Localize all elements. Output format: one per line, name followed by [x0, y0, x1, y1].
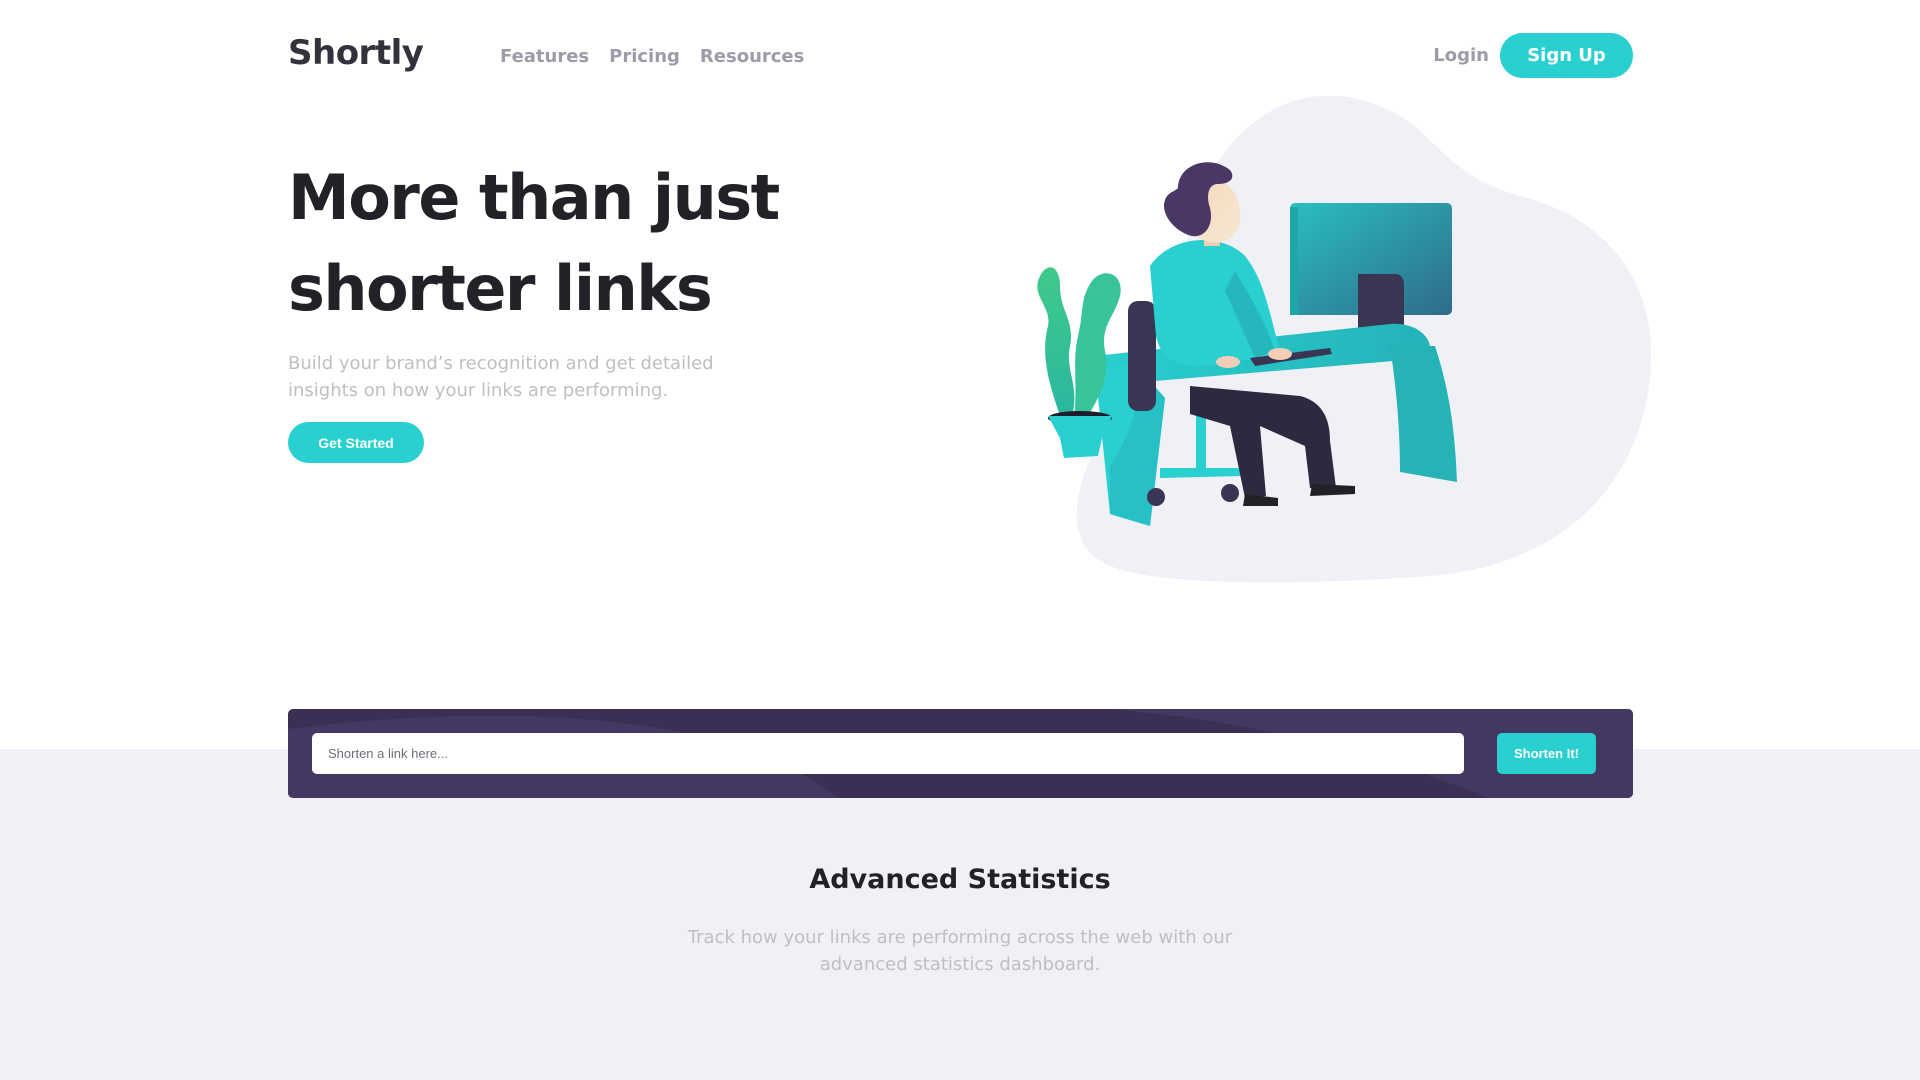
chair-back [1128, 301, 1156, 411]
monitor-back [1290, 207, 1298, 315]
person-shoe-right [1310, 484, 1355, 496]
sign-up-button[interactable]: Sign Up [1500, 33, 1633, 78]
chair-wheel-right [1221, 484, 1239, 502]
statistics-section-background [0, 749, 1920, 1080]
page: Shortly Features Pricing Resources Login… [0, 0, 1920, 1080]
advanced-statistics-subtitle: Track how your links are performing acro… [687, 927, 1233, 975]
person-hand-left [1216, 356, 1240, 368]
nav-link-features[interactable]: Features [500, 46, 589, 67]
chair-wheel-left [1147, 488, 1165, 506]
hero-title: More than just shorter links [288, 161, 780, 325]
site-header: Shortly Features Pricing Resources Login… [288, 32, 1633, 80]
plant-leaf-left [1037, 267, 1075, 416]
nav-link-pricing[interactable]: Pricing [609, 46, 680, 67]
get-started-button[interactable]: Get Started [288, 422, 424, 463]
logo[interactable]: Shortly [288, 32, 424, 74]
login-link[interactable]: Login [1433, 45, 1489, 66]
advanced-statistics-title: Advanced Statistics [809, 864, 1111, 895]
shorten-url-input[interactable] [312, 733, 1464, 774]
shorten-form: Shorten It! [288, 709, 1633, 798]
person-hand-right [1268, 348, 1292, 360]
working-person-illustration [1037, 96, 1652, 583]
nav-link-resources[interactable]: Resources [700, 46, 804, 67]
shorten-it-button[interactable]: Shorten It! [1497, 733, 1596, 774]
hero-subtitle: Build your brand’s recognition and get d… [288, 353, 714, 401]
main-nav: Features Pricing Resources [500, 46, 804, 67]
